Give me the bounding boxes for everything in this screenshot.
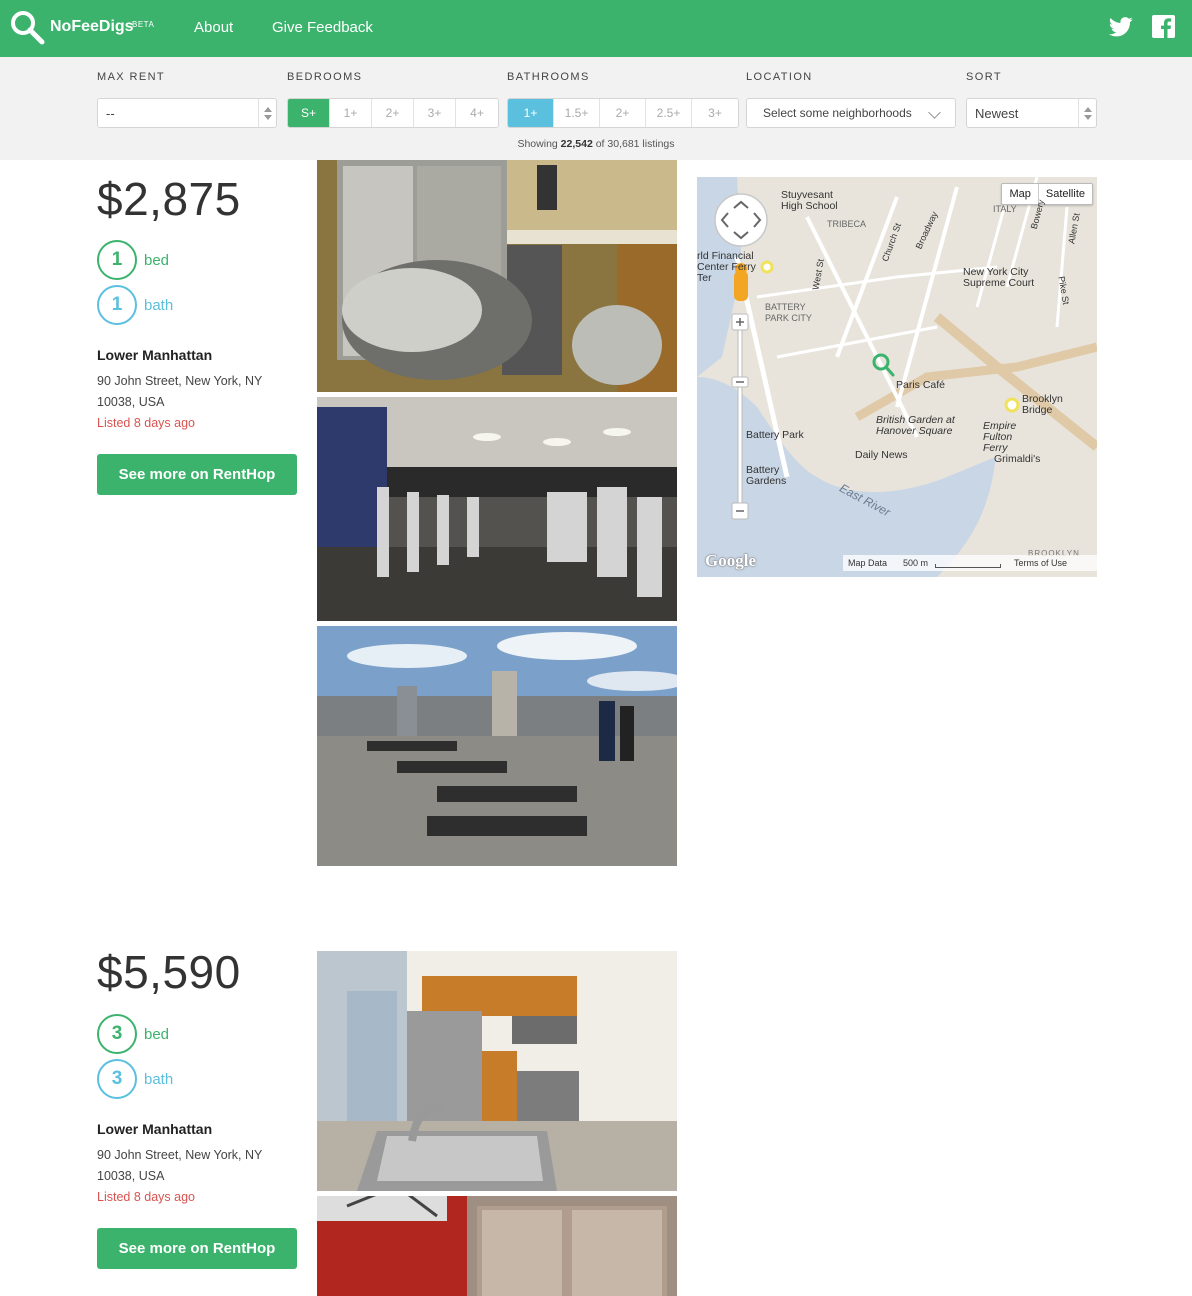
bathrooms-toggle-group: 1+ 1.5+ 2+ 2.5+ 3+ [507,98,739,128]
bedrooms-toggle-group: S+ 1+ 2+ 3+ 4+ [287,98,499,128]
listing-photo-living[interactable] [317,1196,677,1296]
bedrooms-label: BEDROOMS [287,71,363,83]
nav-about-link[interactable]: About [194,19,233,36]
sort-value: Newest [975,106,1019,121]
bedroom-option-1[interactable]: 1+ [330,99,372,127]
top-navbar: NoFeeDigs BETA About Give Feedback [0,0,1192,57]
bedroom-option-3[interactable]: 3+ [414,99,456,127]
beta-badge: BETA [132,20,155,29]
listing-date: Listed 8 days ago [97,416,195,430]
bath-count-badge: 3 [97,1059,137,1099]
map-label-wfc: rld Financial Center Ferry Ter [697,250,756,284]
terms-of-use-link[interactable]: Terms of Use [1014,558,1067,568]
bed-label: bed [144,1026,170,1043]
max-rent-label: MAX RENT [97,71,166,83]
listing-photo-kitchen[interactable] [317,160,677,392]
location-label: LOCATION [746,71,813,83]
map-label-paris-cafe: Paris Café [896,379,946,391]
see-more-button[interactable]: See more on RentHop [97,1228,297,1269]
select-arrows-icon [258,99,276,127]
listing-photo-roofdeck[interactable] [317,626,677,866]
sort-select[interactable]: Newest [966,98,1097,128]
magnifier-logo-icon[interactable] [9,9,45,45]
listing-photo-gym[interactable] [317,397,677,621]
bathrooms-label: BATHROOMS [507,71,590,83]
map-scale-label: 500 m [903,558,929,568]
map-attribution-bar: Map Data 500 m Terms of Use [843,555,1097,571]
location-placeholder: Select some neighborhoods [763,106,912,120]
max-rent-value: -- [106,106,115,121]
bathroom-option-2-5[interactable]: 2.5+ [646,99,692,127]
showing-total: of 30,681 listings [595,138,675,150]
map-label-little-italy: ITALY [993,204,1017,214]
chevron-down-icon [928,106,941,119]
map-label-grimaldis: Grimaldi's [994,453,1041,465]
sort-label: SORT [966,71,1002,83]
google-logo[interactable]: Google [705,551,756,571]
listing-price: $5,590 [97,946,241,998]
bedroom-option-studio[interactable]: S+ [288,99,330,127]
map-type-control: Map Satellite [1001,183,1093,205]
listing-photo-kitchen[interactable] [317,951,677,1191]
see-more-button[interactable]: See more on RentHop [97,454,297,495]
map-label-supreme-court: New York City Supreme Court [963,266,1035,289]
listing-date: Listed 8 days ago [97,1190,195,1204]
bath-count-badge: 1 [97,285,137,325]
map-label-brooklyn-bridge: Brooklyn Bridge [1022,393,1063,416]
listing-neighborhood: Lower Manhattan [97,347,213,363]
map-label-battery-park: Battery Park [746,429,804,441]
listing-address: 90 John Street, New York, NY 10038, USA [97,374,263,409]
bathroom-option-1[interactable]: 1+ [508,99,554,127]
listing-price: $2,875 [97,173,241,225]
bath-label: bath [144,297,174,314]
bed-count-badge: 1 [97,240,137,280]
bath-label: bath [144,1071,174,1088]
results-count: Showing 22,542 of 30,681 listings [0,138,1192,150]
map-scale-bar [935,564,1001,568]
bedroom-option-2[interactable]: 2+ [372,99,414,127]
select-arrows-icon [1078,99,1096,127]
map-data-link[interactable]: Map Data [848,558,887,568]
filter-bar: MAX RENT -- BEDROOMS S+ 1+ 2+ 3+ 4+ BATH… [0,57,1192,160]
brand-name[interactable]: NoFeeDigs [50,18,134,36]
listing-neighborhood: Lower Manhattan [97,1121,213,1137]
bedroom-option-4[interactable]: 4+ [456,99,498,127]
listings-map[interactable]: Map Satellite Stuyvesant High School TRI… [697,177,1097,577]
map-label-stuyvesant: Stuyvesant High School [781,189,838,212]
facebook-icon[interactable] [1152,15,1175,38]
showing-prefix: Showing [517,138,558,150]
max-rent-select[interactable]: -- [97,98,277,128]
map-label-empire-fulton: Empire Fulton Ferry [983,420,1017,454]
map-label-battery-gardens: Battery Gardens [746,464,787,487]
map-label-daily-news: Daily News [855,449,908,461]
map-label-tribeca: TRIBECA [827,219,867,229]
bed-label: bed [144,252,170,269]
nav-feedback-link[interactable]: Give Feedback [272,19,373,36]
map-label-battery-park-city: BATTERY PARK CITY [765,302,812,323]
bathroom-option-1-5[interactable]: 1.5+ [554,99,600,127]
location-select[interactable]: Select some neighborhoods [746,98,956,128]
bathroom-option-2[interactable]: 2+ [600,99,646,127]
showing-count: 22,542 [560,138,593,150]
bed-count-badge: 3 [97,1014,137,1054]
bathroom-option-3[interactable]: 3+ [692,99,738,127]
twitter-icon[interactable] [1109,16,1133,38]
map-label-british-garden: British Garden at Hanover Square [876,414,955,437]
listing-address: 90 John Street, New York, NY 10038, USA [97,1148,263,1183]
map-type-map-button[interactable]: Map [1002,184,1037,204]
